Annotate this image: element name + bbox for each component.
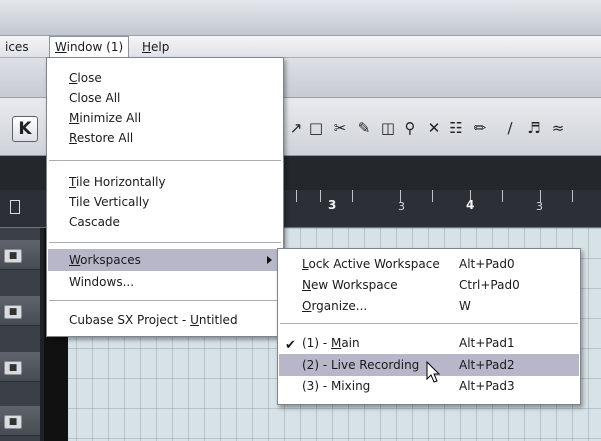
split-tool-icon[interactable]: ✂ bbox=[330, 118, 350, 138]
checkmark-icon: ✔ bbox=[285, 338, 296, 353]
menu-item-close-all[interactable]: Close All bbox=[69, 88, 120, 108]
menu-item-organize[interactable]: Organize... bbox=[302, 296, 367, 316]
zoom-tool-icon[interactable]: ⚲ bbox=[400, 118, 420, 138]
menu-item-workspace-mixing[interactable]: (3) - Mixing bbox=[302, 376, 370, 396]
menu-separator bbox=[49, 242, 281, 243]
time-warp-tool-icon[interactable]: ☷ bbox=[446, 118, 466, 138]
track-header[interactable]: ■ bbox=[0, 240, 40, 270]
menu-item-lock-workspace[interactable]: Lock Active Workspace bbox=[302, 254, 440, 274]
shortcut-label: Ctrl+Pad0 bbox=[459, 278, 520, 292]
submenu-arrow-icon bbox=[267, 256, 272, 264]
track-list: ■ ■ ■ ■ bbox=[0, 228, 44, 441]
object-selection-tool-icon[interactable]: ↗ bbox=[286, 118, 306, 138]
play-tool-icon[interactable]: ♬ bbox=[524, 118, 544, 138]
go-to-start-button[interactable]: K bbox=[12, 116, 38, 142]
menu-window-label-rest: indow (1) bbox=[66, 40, 124, 54]
shortcut-label: Alt+Pad1 bbox=[459, 336, 515, 350]
menu-item-new-workspace[interactable]: New Workspace bbox=[302, 275, 398, 295]
menu-item-close[interactable]: Close bbox=[69, 68, 102, 88]
glue-tool-icon[interactable]: ✎ bbox=[354, 118, 374, 138]
mouse-cursor-icon bbox=[426, 361, 441, 383]
menu-item-windows[interactable]: Windows... bbox=[69, 272, 134, 292]
range-selection-tool-icon[interactable]: □ bbox=[306, 118, 326, 138]
draw-tool-icon[interactable]: ✏ bbox=[470, 118, 490, 138]
menu-separator bbox=[280, 323, 578, 324]
menu-devices[interactable]: ices bbox=[0, 36, 34, 58]
ruler-label: 3 bbox=[536, 200, 543, 213]
menu-item-restore-all[interactable]: Restore All bbox=[69, 128, 133, 148]
mute-tool-icon[interactable]: ✕ bbox=[424, 118, 444, 138]
ruler-label: 3 bbox=[398, 200, 405, 213]
track-header[interactable]: ■ bbox=[0, 406, 40, 436]
menu-window[interactable]: Window (1) bbox=[49, 36, 130, 59]
menu-separator bbox=[49, 300, 281, 301]
shortcut-label: Alt+Pad3 bbox=[459, 379, 515, 393]
menu-item-tile-horizontally[interactable]: Tile Horizontally bbox=[69, 172, 166, 192]
track-header[interactable]: ■ bbox=[0, 296, 40, 326]
track-edit-button[interactable]: ■ bbox=[4, 249, 22, 263]
track-header[interactable]: ■ bbox=[0, 352, 40, 382]
track-edit-button[interactable]: ■ bbox=[4, 361, 22, 375]
window-title-bar bbox=[0, 0, 601, 36]
menu-help[interactable]: Help bbox=[137, 36, 174, 58]
menu-separator bbox=[49, 160, 281, 161]
menu-item-minimize-all[interactable]: Minimize All bbox=[69, 108, 141, 128]
menubar: ices Window (1) Help bbox=[0, 36, 601, 59]
menu-item-project[interactable]: Cubase SX Project - Untitled bbox=[69, 310, 238, 330]
menu-item-workspace-main[interactable]: (1) - Main bbox=[302, 333, 360, 353]
shortcut-label: W bbox=[459, 299, 471, 313]
window-menu: Close Close All Minimize All Restore All… bbox=[46, 57, 284, 337]
menu-item-workspace-live-recording[interactable]: (2) - Live Recording bbox=[302, 355, 419, 375]
menu-item-cascade[interactable]: Cascade bbox=[69, 212, 120, 232]
shortcut-label: Alt+Pad2 bbox=[459, 358, 515, 372]
line-tool-icon[interactable]: ∕ bbox=[500, 118, 520, 138]
erase-tool-icon[interactable]: ◫ bbox=[378, 118, 398, 138]
shortcut-label: Alt+Pad0 bbox=[459, 257, 515, 271]
ruler-label: 3 bbox=[328, 198, 337, 212]
ruler-marker-icon bbox=[10, 200, 20, 214]
ruler-label: 4 bbox=[466, 198, 475, 212]
menu-item-workspaces[interactable]: Workspaces bbox=[69, 250, 141, 270]
color-tool-icon[interactable]: ≈ bbox=[548, 118, 568, 138]
track-edit-button[interactable]: ■ bbox=[4, 415, 22, 429]
menu-item-tile-vertically[interactable]: Tile Vertically bbox=[69, 192, 149, 212]
track-edit-button[interactable]: ■ bbox=[4, 305, 22, 319]
